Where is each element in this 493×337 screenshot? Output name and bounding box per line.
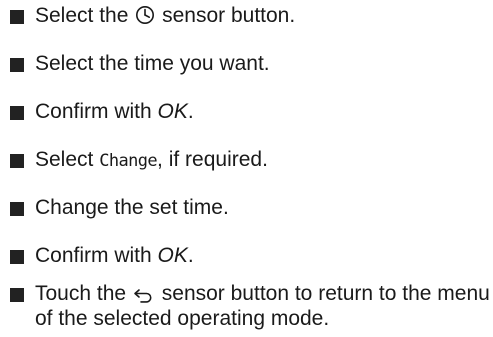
clock-icon xyxy=(135,5,155,32)
bullet-square xyxy=(10,288,24,302)
ok-label: OK xyxy=(157,244,188,267)
bullet-square xyxy=(10,58,24,72)
bullet-square xyxy=(10,154,24,168)
ok-label: OK xyxy=(157,100,188,123)
step-4-text: Select Change, if required. xyxy=(35,148,268,171)
step-6-text: Confirm with OK. xyxy=(35,244,194,267)
bullet-square xyxy=(10,202,24,216)
step-3-text: Confirm with OK. xyxy=(35,100,194,123)
step-5-text: Change the set time. xyxy=(35,196,229,219)
step-2-text: Select the time you want. xyxy=(35,52,270,75)
step-7-text: Touch the sensor button to return to the… xyxy=(35,282,490,330)
change-label: Change xyxy=(99,151,158,171)
bullet-square xyxy=(10,250,24,264)
bullet-square xyxy=(10,10,24,24)
step-1-text: Select the sensor button. xyxy=(35,3,490,32)
back-arrow-icon xyxy=(133,286,155,308)
bullet-square xyxy=(10,106,24,120)
